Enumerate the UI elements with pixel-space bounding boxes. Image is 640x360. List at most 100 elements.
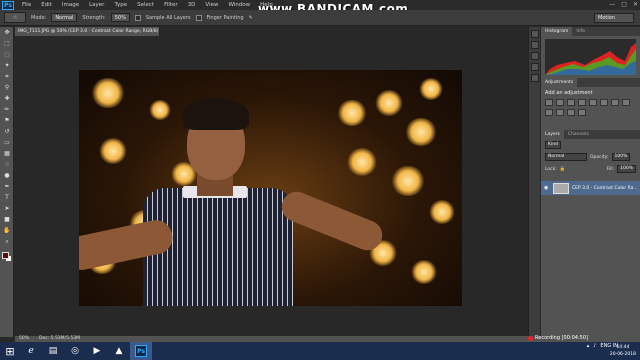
- tab-histogram[interactable]: Histogram: [541, 27, 573, 36]
- foreground-color-swatch[interactable]: [2, 252, 9, 259]
- type-tool-icon[interactable]: T: [2, 193, 12, 203]
- crop-tool-icon[interactable]: ⌗: [2, 72, 12, 82]
- color-swatches[interactable]: [2, 252, 12, 262]
- bokeh-light: [347, 148, 377, 176]
- recording-label: Recording [00:04:50]: [535, 335, 588, 341]
- smudge-tool-preset-icon[interactable]: ☝: [4, 12, 26, 23]
- document-photo[interactable]: [79, 70, 462, 306]
- maximize-button[interactable]: □: [621, 0, 627, 10]
- shape-tool-icon[interactable]: ■: [2, 215, 12, 225]
- pressure-icon[interactable]: ✎: [249, 15, 253, 21]
- panels-dock: Histogram Info Adjustments Add an adjust…: [541, 27, 640, 337]
- posterize-icon[interactable]: [578, 109, 586, 116]
- menu-file[interactable]: File: [17, 0, 36, 10]
- menu-select[interactable]: Select: [132, 0, 159, 10]
- menu-window[interactable]: Window: [223, 0, 255, 10]
- menu-type[interactable]: Type: [109, 0, 132, 10]
- strength-input[interactable]: 50%: [110, 13, 130, 22]
- brightness-icon[interactable]: [545, 99, 553, 106]
- opacity-input[interactable]: 100%: [611, 153, 631, 161]
- chrome-icon[interactable]: ◎: [64, 342, 86, 360]
- volume-icon[interactable]: ♪: [593, 343, 596, 349]
- exposure-icon[interactable]: [578, 99, 586, 106]
- channel-mixer-icon[interactable]: [556, 109, 564, 116]
- tray-up-arrow-icon[interactable]: ▴: [587, 343, 590, 349]
- zoom-tool-icon[interactable]: ⌕: [2, 237, 12, 247]
- mode-select[interactable]: Normal: [51, 13, 78, 22]
- menu-image[interactable]: Image: [57, 0, 84, 10]
- clock-date: 20-06-2018: [609, 352, 636, 357]
- eraser-tool-icon[interactable]: ▭: [2, 138, 12, 148]
- sample-all-layers-checkbox[interactable]: [134, 14, 141, 21]
- eyedropper-tool-icon[interactable]: ⚲: [2, 83, 12, 93]
- pen-tool-icon[interactable]: ✒: [2, 182, 12, 192]
- bokeh-light: [429, 200, 455, 224]
- lock-icon[interactable]: 🔒: [560, 167, 566, 172]
- marquee-tool-icon[interactable]: ⬚: [2, 39, 12, 49]
- photo-filter-icon[interactable]: [545, 109, 553, 116]
- smudge-tool-icon[interactable]: ☝: [2, 160, 12, 170]
- photoshop-taskbar-logo: Ps: [135, 345, 147, 357]
- menu-3d[interactable]: 3D: [183, 0, 201, 10]
- close-button[interactable]: ✕: [633, 0, 638, 10]
- healing-tool-icon[interactable]: ✚: [2, 94, 12, 104]
- hand-tool-icon[interactable]: ✋: [2, 226, 12, 236]
- menu-view[interactable]: View: [200, 0, 223, 10]
- ie-icon[interactable]: ℯ: [20, 342, 42, 360]
- history-brush-tool-icon[interactable]: ↺: [2, 127, 12, 137]
- gradient-tool-icon[interactable]: ▦: [2, 149, 12, 159]
- photoshop-icon[interactable]: Ps: [130, 342, 152, 360]
- quick-select-tool-icon[interactable]: ✦: [2, 61, 12, 71]
- clock[interactable]: 14:44 20-06-2018: [610, 344, 636, 358]
- canvas-area[interactable]: [15, 36, 527, 336]
- brush-tool-icon[interactable]: ✏: [2, 105, 12, 115]
- properties-panel-icon[interactable]: [531, 41, 539, 49]
- mode-label: Mode:: [31, 14, 47, 21]
- character-panel-icon[interactable]: [531, 74, 539, 82]
- workspace-select[interactable]: Motion: [594, 13, 634, 23]
- curves-icon[interactable]: [567, 99, 575, 106]
- brush-panel-icon[interactable]: [531, 52, 539, 60]
- opacity-label: Opacity:: [590, 154, 609, 160]
- tab-channels[interactable]: Channels: [564, 130, 593, 139]
- clock-time: 14:44: [616, 345, 630, 350]
- folder-icon[interactable]: ▤: [42, 342, 64, 360]
- menu-filter[interactable]: Filter: [159, 0, 183, 10]
- visibility-eye-icon[interactable]: ◉: [544, 185, 550, 191]
- menu-layer[interactable]: Layer: [84, 0, 109, 10]
- tab-layers[interactable]: Layers: [541, 130, 564, 139]
- finger-painting-checkbox[interactable]: [195, 14, 202, 21]
- vlc-icon[interactable]: ▲: [108, 342, 130, 360]
- layer-name: CEP 3.0 - Contrast Color Ra...: [572, 185, 638, 191]
- levels-icon[interactable]: [556, 99, 564, 106]
- tab-info[interactable]: Info: [572, 27, 589, 36]
- lasso-tool-icon[interactable]: ◌: [2, 50, 12, 60]
- tab-adjustments[interactable]: Adjustments: [541, 78, 578, 87]
- media-icon[interactable]: ▶: [86, 342, 108, 360]
- tools-panel: ✥ ⬚ ◌ ✦ ⌗ ⚲ ✚ ✏ ⚑ ↺ ▭ ▦ ☝ ● ✒ T ➤ ■ ✋ ⌕: [0, 27, 14, 337]
- document-tab[interactable]: IMG_7111.JPG @ 50% (CEP 3.0 - Contrast C…: [15, 27, 160, 36]
- invert-icon[interactable]: [567, 109, 575, 116]
- adjustment-icons: [541, 99, 640, 116]
- layer-item-selected[interactable]: ◉ CEP 3.0 - Contrast Color Ra...: [541, 181, 640, 195]
- layer-kind-filter[interactable]: Kind: [545, 141, 561, 149]
- history-panel-icon[interactable]: [531, 30, 539, 38]
- strength-label: Strength:: [82, 14, 106, 21]
- minimize-button[interactable]: —: [609, 0, 615, 10]
- dodge-tool-icon[interactable]: ●: [2, 171, 12, 181]
- layer-filter-row: Kind: [541, 139, 640, 151]
- color-balance-icon[interactable]: [611, 99, 619, 106]
- black-white-icon[interactable]: [622, 99, 630, 106]
- vibrance-icon[interactable]: [589, 99, 597, 106]
- stamp-tool-icon[interactable]: ⚑: [2, 116, 12, 126]
- adjustments-tabs: Adjustments: [541, 78, 640, 87]
- windows-start-icon[interactable]: ⊞: [0, 342, 20, 360]
- fill-input[interactable]: 100%: [617, 165, 636, 173]
- path-select-tool-icon[interactable]: ➤: [2, 204, 12, 214]
- move-tool-icon[interactable]: ✥: [2, 28, 12, 38]
- bokeh-light: [91, 78, 125, 108]
- swatches-panel-icon[interactable]: [531, 63, 539, 71]
- menu-edit[interactable]: Edit: [36, 0, 57, 10]
- blend-mode-select[interactable]: Normal: [545, 153, 587, 161]
- hue-saturation-icon[interactable]: [600, 99, 608, 106]
